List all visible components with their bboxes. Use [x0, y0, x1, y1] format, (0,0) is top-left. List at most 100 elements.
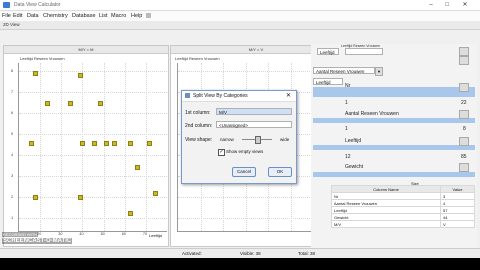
data-point[interactable]	[44, 101, 50, 106]
leeftijd-close-icon[interactable]	[459, 137, 469, 146]
data-point[interactable]	[135, 165, 141, 170]
cancel-button[interactable]: Cancel	[232, 167, 256, 177]
view-tab-label[interactable]: 2D View	[3, 22, 20, 27]
minimize-button[interactable]: –	[424, 1, 438, 9]
grid-line	[103, 63, 105, 231]
filter1-dropdown[interactable]: Aantal Reseen Vrouwen	[313, 67, 375, 74]
cell-name: Nr	[330, 192, 442, 200]
dialog-icon	[185, 93, 190, 98]
data-point[interactable]	[80, 141, 86, 146]
chart-right-legend: Leeftijd Reseen Vrouwen	[175, 56, 220, 61]
chart-left-legend: Leeftijd Reseen Vrouwen	[20, 56, 65, 61]
recorded-with-label: RECORDED WITH	[2, 232, 39, 237]
maximize-button[interactable]: □	[440, 1, 454, 9]
cell-name: Aantal Reseen Vrouwen	[330, 199, 442, 207]
x-tick-label: 40	[79, 232, 84, 236]
slider-handle[interactable]	[255, 136, 261, 144]
data-point[interactable]	[68, 101, 74, 106]
y-tick-label: 8	[11, 69, 14, 73]
grid-line	[19, 197, 167, 198]
leeftijd-range-bar[interactable]	[313, 145, 475, 150]
search-field[interactable]	[345, 48, 383, 55]
chart-left-xlabel: Leeftijd	[149, 233, 162, 238]
menu-help[interactable]: Help	[131, 13, 142, 19]
table-row[interactable]: M/V V	[330, 220, 475, 228]
menu-extra-icon[interactable]	[146, 13, 151, 18]
menu-chemistry[interactable]: Chemistry	[43, 13, 68, 19]
window-title: Data View Calculator	[14, 2, 61, 8]
y-tick-label: 7	[11, 90, 14, 94]
dialog-close-icon[interactable]: ✕	[286, 92, 291, 99]
second-column-select[interactable]: <Unassigned>	[216, 121, 292, 128]
filter1-field[interactable]: Leeftijd	[313, 78, 343, 85]
column-name-header: Column Name	[330, 185, 442, 193]
data-point[interactable]	[32, 71, 38, 76]
narrow-label: narrow	[220, 137, 234, 142]
menu-database[interactable]: Database	[72, 13, 96, 19]
data-point[interactable]	[97, 101, 103, 106]
status-activated: Activated:	[182, 251, 202, 256]
y-tick-label: 2	[11, 195, 14, 199]
menu-list[interactable]: List	[99, 13, 108, 19]
nr-min: 1	[345, 100, 348, 106]
dialog-title: Split View By Categories	[193, 93, 248, 99]
gewicht-close-icon[interactable]	[459, 163, 469, 172]
dialog-title-bar: Split View By Categories ✕	[182, 91, 296, 102]
data-point[interactable]	[153, 191, 159, 196]
menu-edit[interactable]: Edit	[13, 13, 22, 19]
chart-left-plot-area[interactable]: 8 7 6 5 4 3 2 1 20 30 40 50 60 70	[11, 63, 167, 236]
table-row[interactable]: Leeftijd 57	[330, 206, 475, 214]
aantal-min: 1	[345, 126, 348, 132]
status-visible: Visible: 38	[240, 251, 261, 256]
chart-left-panel: M/Y = M Leeftijd Reseen Vrouwen 8 7 6 5 4 3 2 1…	[3, 45, 169, 247]
first-column-select[interactable]: M/V	[216, 108, 292, 115]
top-column-field[interactable]: Leeftijd	[317, 48, 339, 55]
table-row[interactable]: Aantal Reseen Vrouwen 4	[330, 199, 475, 207]
leeftijd-label: Leeftijd	[345, 138, 362, 144]
data-point[interactable]	[127, 211, 133, 216]
data-point[interactable]	[32, 195, 38, 200]
data-point[interactable]	[78, 195, 84, 200]
show-empty-checkbox[interactable]: ✓	[218, 149, 225, 156]
properties-header-row: Column Name Value	[330, 185, 475, 193]
grid-line	[145, 63, 147, 231]
cell-name: Gewicht	[330, 213, 442, 221]
grid-line	[19, 176, 167, 177]
aantal-close-icon[interactable]	[459, 110, 469, 119]
grid-line	[61, 63, 63, 231]
app-window: Data View Calculator – □ ✕ File Edit Dat…	[0, 0, 480, 258]
chevron-down-icon[interactable]: ▼	[375, 67, 383, 76]
cell-value: V	[440, 220, 475, 228]
data-point[interactable]	[92, 141, 97, 146]
close-panel-icon[interactable]	[459, 47, 469, 56]
menu-macro[interactable]: Macro	[111, 13, 126, 19]
value-header: Value	[440, 185, 475, 193]
data-point[interactable]	[28, 141, 34, 146]
y-tick-label: 4	[11, 153, 14, 157]
table-row[interactable]: Gewicht 44	[330, 213, 475, 221]
aantal-range-bar[interactable]	[313, 118, 475, 123]
settings-icon[interactable]	[459, 56, 469, 65]
nr-close-icon[interactable]	[459, 83, 469, 92]
title-bar: Data View Calculator – □ ✕	[0, 0, 480, 11]
view-toolbar: 2D View	[0, 21, 480, 30]
table-row[interactable]: Nr 3	[330, 192, 475, 200]
grid-line	[19, 134, 167, 135]
data-point[interactable]	[78, 73, 84, 78]
menu-data[interactable]: Data	[27, 13, 39, 19]
gewicht-range-bar[interactable]	[313, 172, 475, 177]
aantal-max: 8	[463, 126, 466, 132]
leeftijd-max: 85	[461, 154, 467, 160]
y-tick-label: 3	[11, 174, 14, 178]
leeftijd-min: 12	[345, 154, 351, 160]
cell-value: 3	[440, 192, 475, 200]
data-point[interactable]	[147, 141, 153, 146]
data-point[interactable]	[111, 141, 117, 146]
aantal-label: Aantal Reseen Vrouwen	[345, 111, 399, 117]
menu-file[interactable]: File	[2, 13, 11, 19]
data-point[interactable]	[127, 141, 133, 146]
data-point[interactable]	[103, 141, 109, 146]
nr-range-bar[interactable]	[313, 92, 475, 97]
ok-button[interactable]: OK	[268, 167, 292, 177]
close-button[interactable]: ✕	[458, 1, 472, 9]
